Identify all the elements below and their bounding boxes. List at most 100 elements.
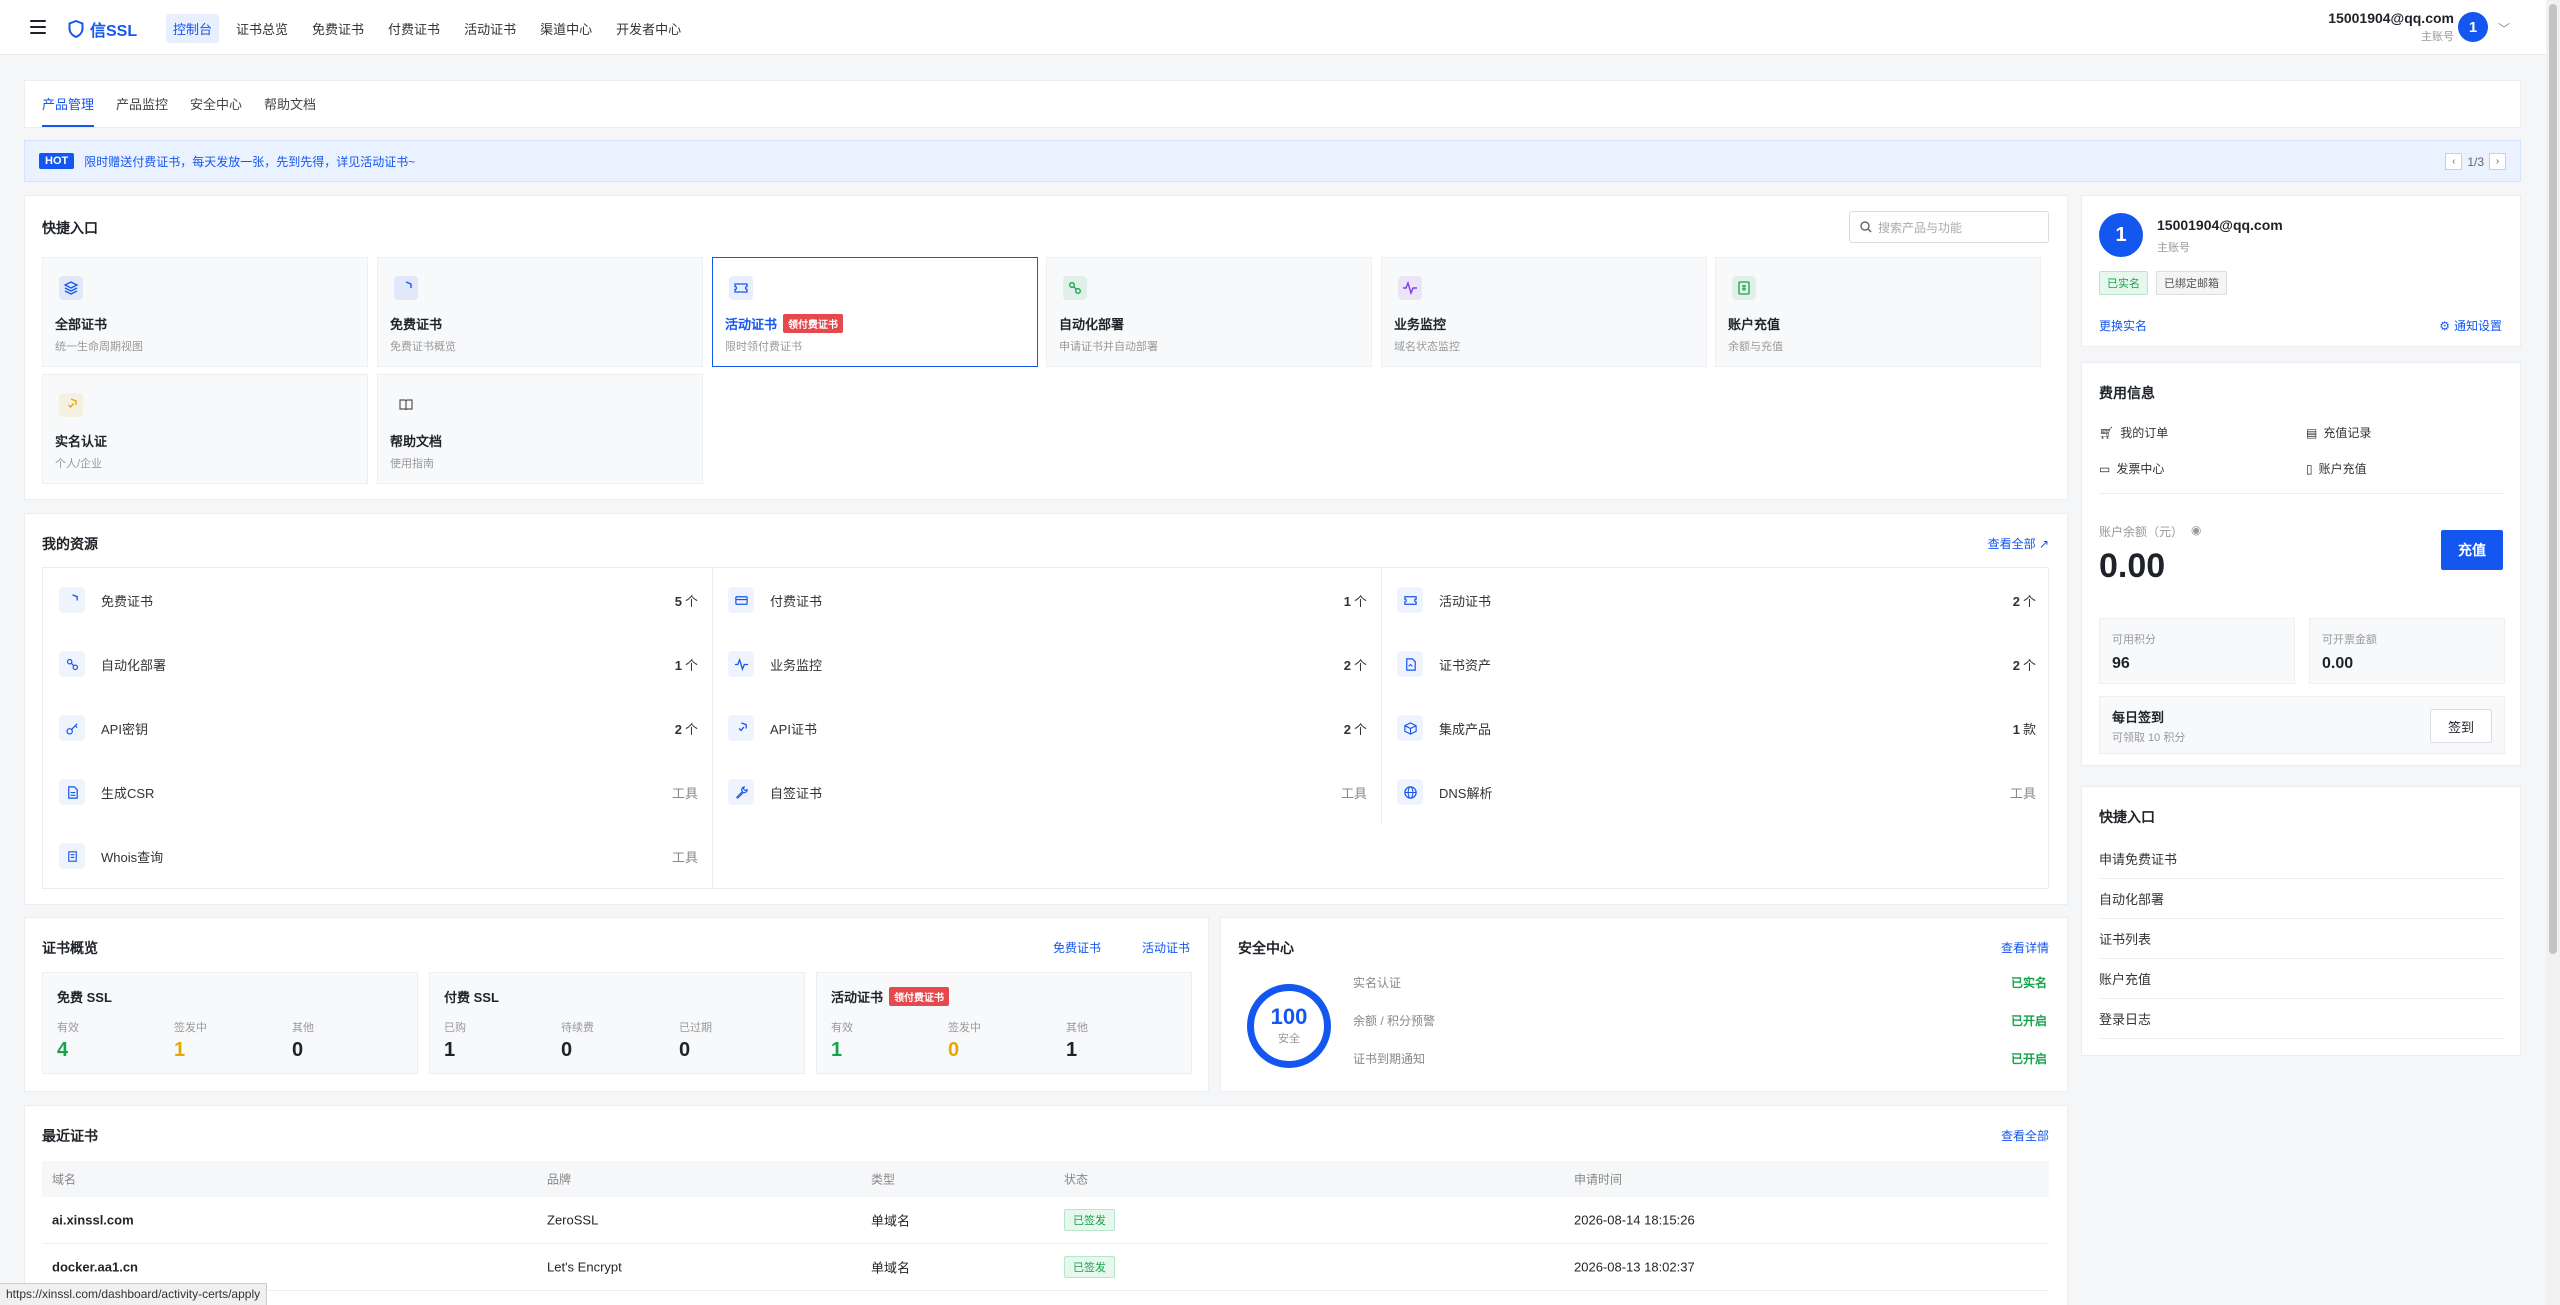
signin-button[interactable]: 签到 [2430, 709, 2492, 743]
quick-card-title: 帮助文档 [390, 431, 442, 450]
cert-domain[interactable]: ai.xinssl.com [52, 1213, 134, 1228]
resource-item[interactable]: 集成产品 1款 [1381, 696, 2050, 760]
resource-icon [59, 779, 85, 805]
resource-item[interactable]: 活动证书 2个 [1381, 568, 2050, 632]
nav-paid-cert[interactable]: 付费证书 [381, 14, 447, 43]
tab-product-monitor[interactable]: 产品监控 [116, 82, 168, 127]
tab-product-management[interactable]: 产品管理 [42, 82, 95, 127]
resource-item[interactable]: 自签证书 工具 [712, 760, 1381, 824]
quick-card-icon [394, 393, 418, 417]
activity-cert-link[interactable]: 活动证书 [1142, 939, 1190, 956]
nav-developer[interactable]: 开发者中心 [609, 14, 688, 43]
search-input[interactable]: 搜索产品与功能 [1849, 211, 2049, 243]
scrollbar[interactable] [2546, 0, 2560, 1305]
logo[interactable]: 信SSL [68, 17, 137, 41]
resource-icon [728, 587, 754, 613]
my-orders-link[interactable]: 🛒︎ 我的订单 [2099, 424, 2168, 441]
resource-item[interactable]: 自动化部署 1个 [43, 632, 712, 696]
cert-stat-value: 0 [561, 1039, 573, 1061]
security-row-label: 余额 / 积分预警 [1353, 1014, 1436, 1028]
hot-banner[interactable]: HOT 限时赠送付费证书，每天发放一张，先到先得，详见活动证书~ ‹ 1/3 › [24, 140, 2521, 182]
side-quick-item[interactable]: 证书列表 [2099, 919, 2505, 959]
security-title: 安全中心 [1238, 940, 1294, 956]
side-quick-item[interactable]: 自动化部署 [2099, 879, 2505, 919]
avatar[interactable]: 1 [2458, 12, 2488, 42]
security-row: 余额 / 积分预警 已开启 [1353, 1012, 2047, 1029]
cert-domain[interactable]: docker.aa1.cn [52, 1260, 138, 1275]
resource-count: 1个 [1344, 591, 1367, 610]
table-row[interactable]: ai.xinssl.com ZeroSSL 单域名 已签发 2026-08-14… [42, 1197, 2049, 1244]
tab-security-center[interactable]: 安全中心 [190, 82, 242, 127]
resource-count: 工具 [671, 785, 698, 801]
side-quick-item[interactable]: 登录日志 [2099, 999, 2505, 1039]
tab-help-docs[interactable]: 帮助文档 [264, 82, 316, 127]
scrollbar-thumb[interactable] [2549, 4, 2557, 954]
resource-item[interactable]: 生成CSR 工具 [43, 760, 712, 824]
resource-item[interactable]: API密钥 2个 [43, 696, 712, 760]
resource-item[interactable]: Whois查询 工具 [43, 824, 712, 888]
resource-label: 免费证书 [101, 593, 154, 609]
prev-icon[interactable]: ‹ [2445, 153, 2463, 170]
security-score: 100 [1270, 1004, 1308, 1029]
user-menu[interactable]: 15001904@qq.com 主账号 [2328, 10, 2454, 44]
side-quick-entry-panel: 快捷入口 申请免费证书 自动化部署 证书列表 账户充值 登录日志 [2081, 786, 2521, 1056]
resource-item[interactable]: API证书 2个 [712, 696, 1381, 760]
side-quick-item[interactable]: 申请免费证书 [2099, 839, 2505, 879]
side-quick-item[interactable]: 账户充值 [2099, 959, 2505, 999]
quick-card[interactable]: 全部证书 统一生命周期视图 [42, 257, 368, 367]
chevron-down-icon[interactable]: ﹀ [2498, 20, 2510, 37]
notify-settings-link[interactable]: ⚙ 通知设置 [2439, 317, 2502, 334]
account-recharge-link[interactable]: ▯ 账户充值 [2306, 460, 2367, 477]
file-icon [67, 785, 78, 799]
quick-card[interactable]: 账户充值 余额与充值 [1715, 257, 2041, 367]
eye-icon[interactable]: ◉ [2191, 523, 2201, 540]
quick-card[interactable]: 帮助文档 使用指南 [377, 374, 703, 484]
col-domain: 域名 [52, 1172, 77, 1187]
cert-stat-label: 其他 [1066, 1022, 1088, 1034]
resource-label: 付费证书 [770, 593, 823, 609]
status-badge: 已签发 [1064, 1256, 1115, 1278]
change-verification-link[interactable]: 更换实名 [2099, 317, 2147, 334]
nav-channel[interactable]: 渠道中心 [533, 14, 599, 43]
security-row-value: 已实名 [2010, 976, 2047, 990]
resource-item[interactable]: DNS解析 工具 [1381, 760, 2050, 824]
cert-stat-value: 0 [292, 1039, 304, 1061]
recharge-button[interactable]: 充值 [2441, 530, 2503, 570]
resource-item[interactable]: 业务监控 2个 [712, 632, 1381, 696]
nav-console[interactable]: 控制台 [166, 14, 220, 43]
quick-card[interactable]: 业务监控 域名状态监控 [1381, 257, 1707, 367]
free-cert-link[interactable]: 免费证书 [1053, 939, 1101, 956]
gear-icon: ⚙ [2439, 318, 2450, 333]
view-all-certs-link[interactable]: 查看全部 [2001, 1127, 2049, 1144]
resource-count: 5个 [675, 591, 698, 610]
resource-item[interactable]: 付费证书 1个 [712, 568, 1381, 632]
resources-title: 我的资源 [42, 536, 98, 552]
recharge-records-link[interactable]: ▤ 充值记录 [2306, 424, 2371, 441]
resource-count-unit: 个 [684, 721, 698, 737]
nav-free-cert[interactable]: 免费证书 [305, 14, 371, 43]
quick-card[interactable]: 免费证书 免费证书概览 [377, 257, 703, 367]
table-row[interactable]: docker.aa1.cn Let's Encrypt 单域名 已签发 2026… [42, 1244, 2049, 1291]
nav-activity-cert[interactable]: 活动证书 [457, 14, 523, 43]
resource-count-unit: 个 [2022, 593, 2036, 609]
banner-text[interactable]: 限时赠送付费证书，每天发放一张，先到先得，详见活动证书~ [84, 153, 415, 170]
col-brand: 品牌 [547, 1172, 572, 1187]
menu-icon[interactable] [30, 20, 46, 34]
security-details-link[interactable]: 查看详情 [2001, 939, 2049, 956]
resource-item[interactable]: 免费证书 5个 [43, 568, 712, 632]
quick-card[interactable]: 实名认证 个人/企业 [42, 374, 368, 484]
view-all-resources-link[interactable]: 查看全部 ↗ [1988, 535, 2049, 552]
quick-card[interactable]: 活动证书 领付费证书 限时领付费证书 [712, 257, 1038, 367]
quick-card[interactable]: 自动化部署 申请证书并自动部署 [1046, 257, 1372, 367]
next-icon[interactable]: › [2489, 153, 2506, 170]
resource-item[interactable]: 证书资产 2个 [1381, 632, 2050, 696]
cert-overview-card[interactable]: 免费 SSL 有效 4 签发中 1 其他 0 [42, 972, 418, 1074]
quick-card-title: 免费证书 [390, 314, 442, 333]
cert-stat-value: 1 [444, 1039, 456, 1061]
cert-overview-card[interactable]: 付费 SSL 已购 1 待续费 0 已过期 0 [429, 972, 805, 1074]
cert-overview-card[interactable]: 活动证书 领付费证书 有效 1 签发中 0 其他 1 [816, 972, 1192, 1074]
invoice-center-link[interactable]: ▭ 发票中心 [2099, 460, 2164, 477]
pulse-icon [1403, 280, 1417, 296]
nav-cert-overview[interactable]: 证书总览 [229, 14, 295, 43]
avatar[interactable]: 1 [2099, 213, 2143, 257]
